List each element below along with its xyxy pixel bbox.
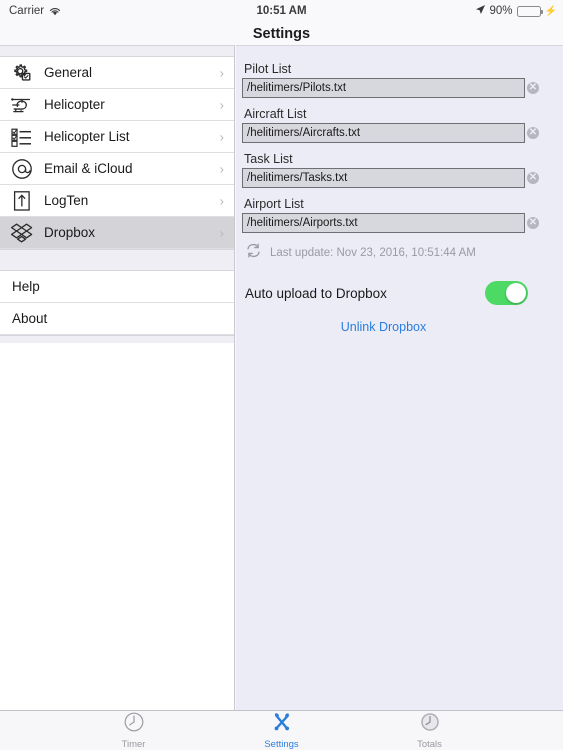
sidebar-item-label: Email & iCloud bbox=[44, 161, 133, 176]
sidebar-primary-group: General › Helicopter › Helicopter List ›… bbox=[0, 57, 234, 249]
clear-field-icon[interactable]: ✕ bbox=[527, 82, 539, 94]
app-screen: Carrier 10:51 AM 90% ⚡ Settings General … bbox=[0, 0, 563, 750]
chevron-right-icon: › bbox=[219, 225, 224, 240]
page-title: Settings bbox=[252, 25, 311, 42]
dropbox-icon bbox=[0, 217, 44, 249]
chevron-right-icon: › bbox=[219, 161, 224, 176]
clear-field-icon[interactable]: ✕ bbox=[527, 172, 539, 184]
sidebar-item-helicopter[interactable]: Helicopter › bbox=[0, 89, 234, 121]
chevron-right-icon: › bbox=[219, 97, 224, 112]
task-list-input[interactable]: /helitimers/Tasks.txt bbox=[242, 168, 525, 188]
chevron-right-icon: › bbox=[219, 129, 224, 144]
tab-totals[interactable]: Totals bbox=[395, 711, 465, 750]
battery-percent-label: 90% bbox=[489, 5, 513, 17]
pilot-list-field-group: Pilot List /helitimers/Pilots.txt ✕ bbox=[242, 62, 545, 98]
navigation-bar: Settings bbox=[0, 22, 563, 45]
clock-outline-icon bbox=[123, 711, 145, 738]
auto-upload-row: Auto upload to Dropbox bbox=[245, 281, 528, 305]
gear-icon bbox=[0, 57, 44, 89]
sidebar-item-about[interactable]: About bbox=[0, 303, 234, 335]
aircraft-list-field-group: Aircraft List /helitimers/Aircrafts.txt … bbox=[242, 107, 545, 143]
sidebar-item-label: General bbox=[44, 65, 93, 80]
auto-upload-toggle[interactable] bbox=[485, 281, 528, 305]
location-arrow-icon bbox=[475, 4, 486, 18]
sidebar-top-spacer bbox=[0, 46, 234, 57]
auto-upload-label: Auto upload to Dropbox bbox=[245, 285, 387, 301]
refresh-sync-icon[interactable] bbox=[245, 242, 262, 264]
sidebar-item-general[interactable]: General › bbox=[0, 57, 234, 89]
airport-list-input[interactable]: /helitimers/Airports.txt bbox=[242, 213, 525, 233]
tab-settings[interactable]: Settings bbox=[247, 711, 317, 750]
sidebar-bottom-spacer bbox=[0, 335, 234, 343]
airport-list-label: Airport List bbox=[244, 197, 304, 211]
status-bar-right: 90% ⚡ bbox=[475, 4, 557, 18]
helicopter-icon bbox=[0, 89, 44, 121]
airport-list-field-group: Airport List /helitimers/Airports.txt ✕ bbox=[242, 197, 545, 233]
tools-icon bbox=[271, 711, 293, 738]
unlink-dropbox-wrap: Unlink Dropbox bbox=[242, 318, 525, 336]
chevron-right-icon: › bbox=[219, 65, 224, 80]
sidebar-secondary-group: Help About bbox=[0, 271, 234, 335]
pilot-list-input[interactable]: /helitimers/Pilots.txt bbox=[242, 78, 525, 98]
lightning-bolt-icon: ⚡ bbox=[544, 5, 557, 17]
airport-list-field-wrap: /helitimers/Airports.txt ✕ bbox=[242, 213, 545, 233]
sidebar-item-email-icloud[interactable]: Email & iCloud › bbox=[0, 153, 234, 185]
battery-icon bbox=[516, 5, 543, 17]
sidebar-item-label: Dropbox bbox=[44, 225, 96, 240]
tab-label: Timer bbox=[121, 739, 146, 750]
sidebar-section-spacer bbox=[0, 249, 234, 271]
sidebar-item-help[interactable]: Help bbox=[0, 271, 234, 303]
sidebar-item-dropbox[interactable]: Dropbox › bbox=[0, 217, 234, 249]
tab-bar: Timer Settings Totals bbox=[0, 710, 563, 750]
aircraft-list-input[interactable]: /helitimers/Aircrafts.txt bbox=[242, 123, 525, 143]
sidebar: General › Helicopter › Helicopter List ›… bbox=[0, 45, 235, 710]
chevron-right-icon: › bbox=[219, 193, 224, 208]
pilot-list-field-wrap: /helitimers/Pilots.txt ✕ bbox=[242, 78, 545, 98]
sidebar-item-label: LogTen bbox=[44, 193, 89, 208]
tab-timer[interactable]: Timer bbox=[99, 711, 169, 750]
sidebar-item-logten[interactable]: LogTen › bbox=[0, 185, 234, 217]
unlink-dropbox-button[interactable]: Unlink Dropbox bbox=[341, 320, 426, 334]
sidebar-item-label: Helicopter List bbox=[44, 129, 130, 144]
last-update-row: Last update: Nov 23, 2016, 10:51:44 AM bbox=[245, 242, 545, 264]
tab-label: Totals bbox=[417, 739, 442, 750]
sidebar-item-label: About bbox=[12, 311, 48, 326]
sidebar-item-label: Help bbox=[12, 279, 40, 294]
clock-filled-icon bbox=[419, 711, 441, 738]
last-update-label: Last update: Nov 23, 2016, 10:51:44 AM bbox=[270, 247, 476, 259]
clear-field-icon[interactable]: ✕ bbox=[527, 217, 539, 229]
detail-pane: Pilot List /helitimers/Pilots.txt ✕ Airc… bbox=[236, 45, 563, 710]
task-list-label: Task List bbox=[244, 152, 293, 166]
clear-field-icon[interactable]: ✕ bbox=[527, 127, 539, 139]
status-bar: Carrier 10:51 AM 90% ⚡ bbox=[0, 0, 563, 22]
pilot-list-label: Pilot List bbox=[244, 62, 292, 76]
aircraft-list-label: Aircraft List bbox=[244, 107, 307, 121]
sidebar-item-helicopter-list[interactable]: Helicopter List › bbox=[0, 121, 234, 153]
checklist-icon bbox=[0, 121, 44, 153]
tab-label: Settings bbox=[264, 739, 299, 750]
aircraft-list-field-wrap: /helitimers/Aircrafts.txt ✕ bbox=[242, 123, 545, 143]
sidebar-item-label: Helicopter bbox=[44, 97, 105, 112]
task-list-field-wrap: /helitimers/Tasks.txt ✕ bbox=[242, 168, 545, 188]
toggle-knob bbox=[506, 283, 526, 303]
at-sign-icon bbox=[0, 153, 44, 185]
task-list-field-group: Task List /helitimers/Tasks.txt ✕ bbox=[242, 152, 545, 188]
export-upload-icon bbox=[0, 185, 44, 217]
